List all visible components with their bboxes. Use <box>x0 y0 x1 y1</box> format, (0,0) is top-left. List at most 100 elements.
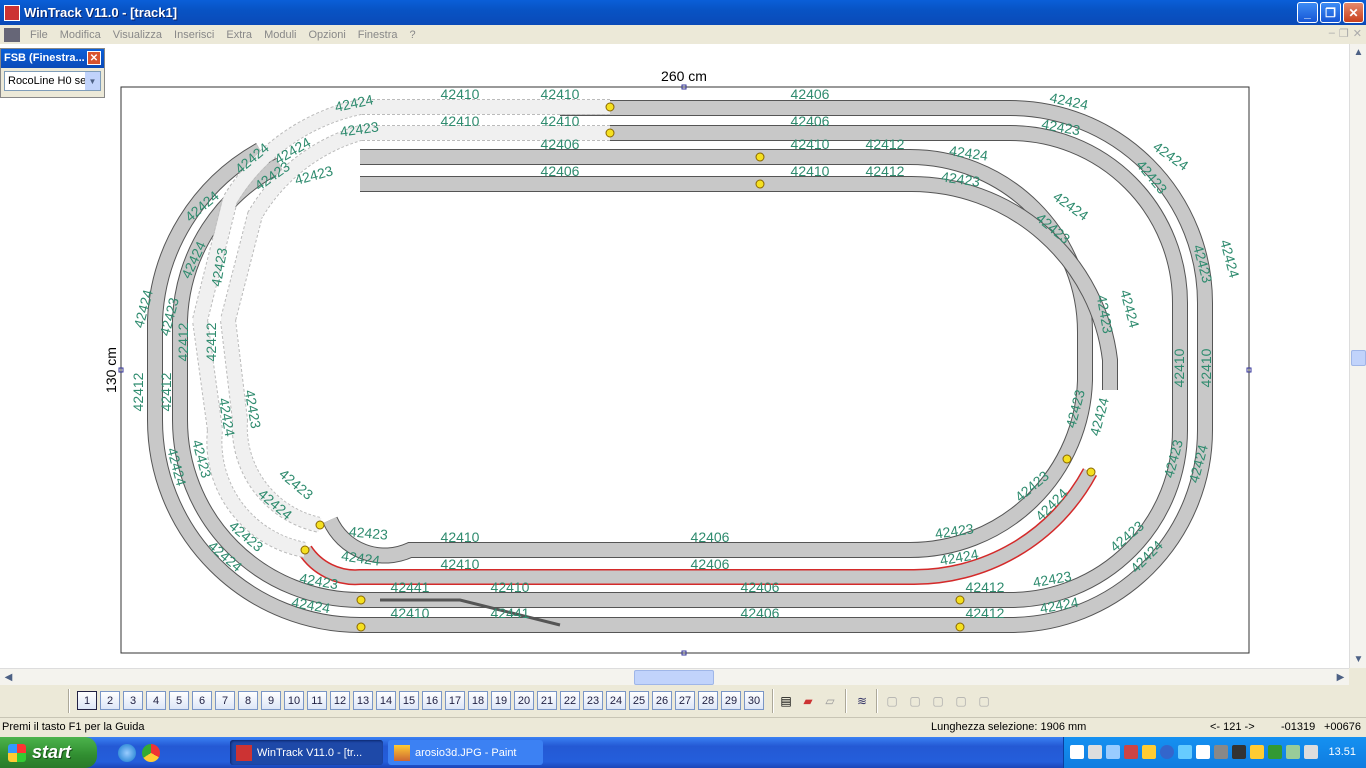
page-button-2[interactable]: 2 <box>100 691 120 710</box>
page-button-8[interactable]: 8 <box>238 691 258 710</box>
menu-moduli[interactable]: Moduli <box>258 29 302 41</box>
page-button-6[interactable]: 6 <box>192 691 212 710</box>
inner-track-1 <box>322 149 1093 564</box>
scroll-down-icon[interactable]: ▼ <box>1350 651 1366 668</box>
mdi-close-icon[interactable]: ✕ <box>1353 27 1362 40</box>
page-button-14[interactable]: 14 <box>376 691 396 710</box>
track-label: 42412 <box>866 163 905 179</box>
stack-icon[interactable]: ≋ <box>852 691 872 710</box>
menu-extra[interactable]: Extra <box>220 29 258 41</box>
page-button-30[interactable]: 30 <box>744 691 764 710</box>
wintrack-app-icon[interactable] <box>4 4 20 21</box>
tray-icon[interactable] <box>1088 745 1102 759</box>
chevron-down-icon[interactable]: ▼ <box>85 72 100 90</box>
page-button-20[interactable]: 20 <box>514 691 534 710</box>
module-2-icon[interactable]: ▢ <box>905 691 925 710</box>
page-button-18[interactable]: 18 <box>468 691 488 710</box>
vertical-scroll-thumb[interactable] <box>1351 350 1366 366</box>
page-button-15[interactable]: 15 <box>399 691 419 710</box>
mdi-restore-icon[interactable]: ❐ <box>1339 27 1349 40</box>
page-button-29[interactable]: 29 <box>721 691 741 710</box>
module-5-icon[interactable]: ▢ <box>974 691 994 710</box>
module-4-icon[interactable]: ▢ <box>951 691 971 710</box>
restore-button[interactable]: ❐ <box>1320 2 1341 23</box>
vertical-scrollbar[interactable]: ▲ ▼ <box>1349 44 1366 668</box>
page-button-24[interactable]: 24 <box>606 691 626 710</box>
tray-icon[interactable] <box>1232 745 1246 759</box>
scroll-corner <box>1349 668 1366 685</box>
task-wintrack[interactable]: WinTrack V11.0 - [tr... <box>230 740 383 765</box>
cursor-x: -01319 <box>1281 721 1316 733</box>
mdi-minimize-icon[interactable]: – <box>1329 27 1335 40</box>
track-label: 42412 <box>175 322 191 361</box>
page-button-28[interactable]: 28 <box>698 691 718 710</box>
internet-explorer-icon[interactable] <box>118 744 136 762</box>
switch-point <box>356 595 366 605</box>
toolbar-divider <box>772 689 774 713</box>
page-button-9[interactable]: 9 <box>261 691 281 710</box>
page-button-5[interactable]: 5 <box>169 691 189 710</box>
horizontal-scrollbar[interactable]: ◀ ▶ <box>0 668 1349 685</box>
menu-finestra[interactable]: Finestra <box>352 29 404 41</box>
page-button-21[interactable]: 21 <box>537 691 557 710</box>
bluetooth-icon[interactable] <box>1160 745 1174 759</box>
document-icon[interactable] <box>4 27 20 42</box>
page-button-22[interactable]: 22 <box>560 691 580 710</box>
tray-icon[interactable] <box>1124 745 1138 759</box>
menu-modifica[interactable]: Modifica <box>54 29 107 41</box>
page-button-1[interactable]: 1 <box>77 691 97 710</box>
tray-icon[interactable] <box>1286 745 1300 759</box>
page-button-12[interactable]: 12 <box>330 691 350 710</box>
page-button-7[interactable]: 7 <box>215 691 235 710</box>
menu-help[interactable]: ? <box>404 29 422 41</box>
menu-file[interactable]: File <box>24 29 54 41</box>
page-button-26[interactable]: 26 <box>652 691 672 710</box>
page-button-13[interactable]: 13 <box>353 691 373 710</box>
start-button[interactable]: start <box>0 737 97 768</box>
tray-icon[interactable] <box>1268 745 1282 759</box>
menu-visualizza[interactable]: Visualizza <box>107 29 168 41</box>
page-button-25[interactable]: 25 <box>629 691 649 710</box>
horizontal-scroll-thumb[interactable] <box>634 670 714 685</box>
track-layout[interactable]: 260 cm 130 cm 42410 42410 42406 42410 42… <box>0 44 1349 668</box>
clock[interactable]: 13.51 <box>1328 746 1356 758</box>
speaker-icon[interactable] <box>1304 745 1318 759</box>
menu-bar: File Modifica Visualizza Inserisci Extra… <box>0 25 1366 44</box>
layer-up-icon[interactable]: ▰ <box>798 691 818 710</box>
page-button-23[interactable]: 23 <box>583 691 603 710</box>
module-3-icon[interactable]: ▢ <box>928 691 948 710</box>
scroll-up-icon[interactable]: ▲ <box>1350 44 1366 61</box>
track-system-select[interactable]: RocoLine H0 se ▼ <box>4 71 101 91</box>
tray-icon[interactable] <box>1196 745 1210 759</box>
chrome-icon[interactable] <box>142 744 160 762</box>
fsb-close-icon[interactable]: ✕ <box>87 51 101 65</box>
tray-icon[interactable] <box>1106 745 1120 759</box>
scroll-left-icon[interactable]: ◀ <box>0 669 17 686</box>
track-label: 42410 <box>791 163 830 179</box>
page-button-4[interactable]: 4 <box>146 691 166 710</box>
module-1-icon[interactable]: ▢ <box>882 691 902 710</box>
tray-icon[interactable] <box>1178 745 1192 759</box>
page-button-27[interactable]: 27 <box>675 691 695 710</box>
scroll-right-icon[interactable]: ▶ <box>1332 669 1349 686</box>
menu-inserisci[interactable]: Inserisci <box>168 29 220 41</box>
page-button-16[interactable]: 16 <box>422 691 442 710</box>
layer-down-icon[interactable]: ▱ <box>820 691 840 710</box>
page-button-11[interactable]: 11 <box>307 691 327 710</box>
shield-icon[interactable] <box>1142 745 1156 759</box>
tray-icon[interactable] <box>1070 745 1084 759</box>
page-button-10[interactable]: 10 <box>284 691 304 710</box>
track-label: 42412 <box>966 579 1005 595</box>
layout-canvas[interactable]: 260 cm 130 cm 42410 42410 42406 42410 42… <box>0 44 1349 668</box>
tray-icon[interactable] <box>1250 745 1264 759</box>
page-button-17[interactable]: 17 <box>445 691 465 710</box>
minimize-button[interactable]: _ <box>1297 2 1318 23</box>
page-button-19[interactable]: 19 <box>491 691 511 710</box>
task-paint[interactable]: arosio3d.JPG - Paint <box>388 740 543 765</box>
page-button-3[interactable]: 3 <box>123 691 143 710</box>
menu-opzioni[interactable]: Opzioni <box>302 29 351 41</box>
tray-icon[interactable] <box>1214 745 1228 759</box>
layers-icon[interactable]: ▤ <box>776 691 796 710</box>
track-label: 42441 <box>491 605 530 621</box>
close-button[interactable]: ✕ <box>1343 2 1364 23</box>
